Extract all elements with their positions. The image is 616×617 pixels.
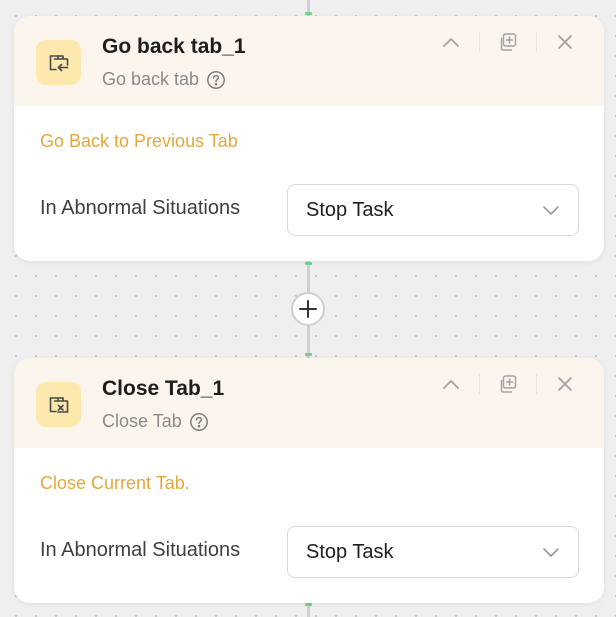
connector-endpoint <box>305 12 312 15</box>
divider <box>536 374 537 394</box>
delete-button[interactable] <box>550 31 580 53</box>
card-title: Go back tab_1 <box>102 35 246 58</box>
chevron-down-icon <box>543 206 559 215</box>
delete-button[interactable] <box>550 373 580 395</box>
plus-icon <box>299 300 317 318</box>
card-description: Close Current Tab. <box>40 473 190 493</box>
card-subtitle-row: Close Tab <box>102 410 209 432</box>
tab-close-icon <box>36 382 81 427</box>
help-icon[interactable] <box>206 70 226 90</box>
chevron-up-icon <box>443 38 459 47</box>
chevron-up-icon <box>443 380 459 389</box>
chevron-down-icon <box>543 548 559 557</box>
card-subtitle: Close Tab <box>102 410 182 431</box>
card-actions <box>436 373 580 395</box>
add-step-button[interactable] <box>291 292 325 326</box>
card-header: Close Tab_1 Close Tab <box>14 358 604 448</box>
collapse-button[interactable] <box>436 373 466 395</box>
duplicate-button[interactable] <box>493 31 523 53</box>
abnormal-situation-select[interactable]: Stop Task <box>287 526 579 578</box>
abnormal-situation-select[interactable]: Stop Task <box>287 184 579 236</box>
divider <box>479 32 480 52</box>
duplicate-icon <box>500 33 517 51</box>
duplicate-icon <box>500 375 517 393</box>
divider <box>536 32 537 52</box>
connector-endpoint <box>305 262 312 265</box>
step-card-go-back-tab[interactable]: Go back tab_1 Go back tab Go Back to Pre… <box>14 16 604 261</box>
connector-top <box>305 0 312 16</box>
select-value: Stop Task <box>306 198 394 221</box>
connector-endpoint <box>305 603 312 606</box>
card-description: Go Back to Previous Tab <box>40 131 238 151</box>
connector-endpoint <box>305 353 312 356</box>
card-title: Close Tab_1 <box>102 377 225 400</box>
select-value: Stop Task <box>306 540 394 563</box>
step-card-close-tab[interactable]: Close Tab_1 Close Tab Close Current Tab.… <box>14 358 604 603</box>
card-header: Go back tab_1 Go back tab <box>14 16 604 106</box>
abnormal-situation-label: In Abnormal Situations <box>40 197 241 219</box>
close-icon <box>558 377 572 391</box>
collapse-button[interactable] <box>436 31 466 53</box>
divider <box>479 374 480 394</box>
close-icon <box>558 35 572 49</box>
help-icon[interactable] <box>189 412 209 432</box>
duplicate-button[interactable] <box>493 373 523 395</box>
card-subtitle-row: Go back tab <box>102 68 226 90</box>
connector-bottom <box>305 601 312 617</box>
card-subtitle: Go back tab <box>102 68 200 89</box>
card-actions <box>436 31 580 53</box>
tab-back-icon <box>36 40 81 85</box>
abnormal-situation-label: In Abnormal Situations <box>40 539 241 561</box>
